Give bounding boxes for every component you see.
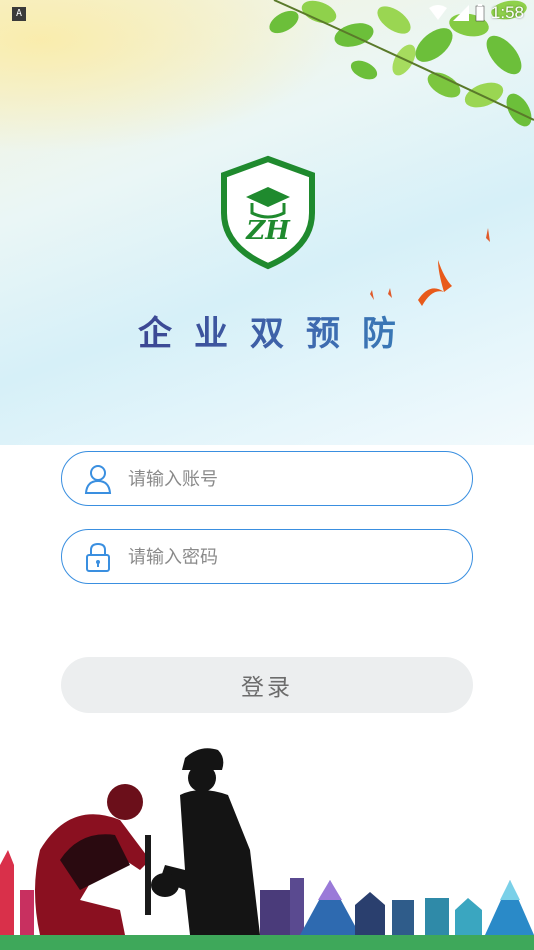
- clock: 1:58: [490, 3, 524, 22]
- app-title: 企业双预防: [0, 306, 534, 355]
- password-input[interactable]: [126, 530, 450, 584]
- workers-city-illustration: [0, 748, 534, 950]
- user-icon: [84, 465, 112, 494]
- battery-icon: [475, 4, 485, 22]
- notification-badge: A: [12, 7, 26, 21]
- account-field[interactable]: [61, 451, 473, 506]
- password-field[interactable]: [61, 529, 473, 584]
- shield-logo-icon: ZH: [221, 155, 315, 270]
- login-button[interactable]: 登录: [61, 657, 473, 713]
- signal-icon: [452, 5, 469, 21]
- account-input[interactable]: [126, 452, 450, 506]
- status-bar: A 1:58: [0, 0, 534, 28]
- header-background: ZH 企业双预防: [0, 0, 534, 445]
- wifi-icon: [428, 5, 447, 20]
- svg-text:ZH: ZH: [245, 216, 291, 246]
- lock-icon: [86, 542, 110, 572]
